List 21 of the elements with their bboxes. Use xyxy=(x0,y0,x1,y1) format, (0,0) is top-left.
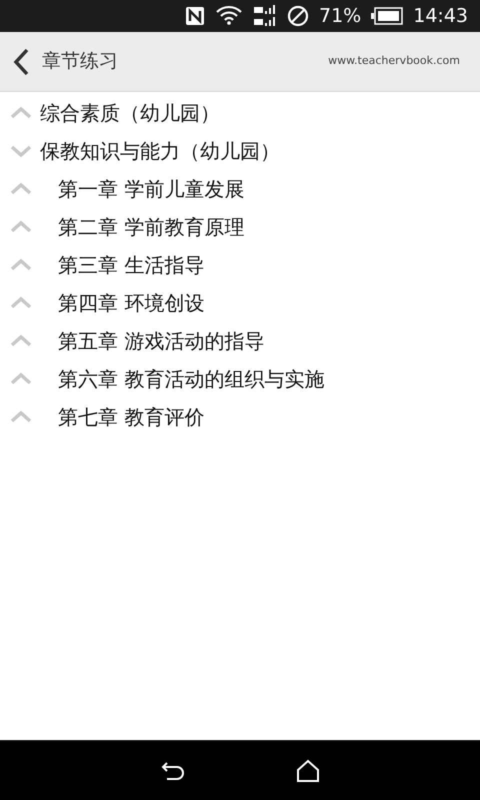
page-title: 章节练习 xyxy=(42,49,118,74)
clock-time: 14:43 xyxy=(413,4,468,29)
tree-item[interactable]: 第四章 环境创设 xyxy=(0,284,480,322)
nfc-icon xyxy=(185,6,205,26)
tree-item[interactable]: 第二章 学前教育原理 xyxy=(0,208,480,246)
back-nav-button[interactable] xyxy=(160,760,186,782)
back-icon xyxy=(12,48,30,76)
tree-item[interactable]: 第七章 教育评价 xyxy=(0,398,480,436)
battery-icon xyxy=(371,7,404,25)
tree-item[interactable]: 第三章 生活指导 xyxy=(0,246,480,284)
tree-item[interactable]: 第五章 游戏活动的指导 xyxy=(0,322,480,360)
battery-percent: 71% xyxy=(319,4,362,29)
do-not-disturb-icon xyxy=(287,5,309,27)
signal-icon xyxy=(253,5,277,27)
tree-item[interactable]: 第一章 学前儿童发展 xyxy=(0,170,480,208)
tree-item[interactable]: 第六章 教育活动的组织与实施 xyxy=(0,360,480,398)
tree-item[interactable]: 保教知识与能力（幼儿园） xyxy=(0,132,480,170)
tree-item[interactable]: 综合素质（幼儿园） xyxy=(0,94,480,132)
home-button[interactable] xyxy=(296,758,320,782)
website-url: www.teachervbook.com xyxy=(328,53,460,70)
wifi-icon xyxy=(215,4,243,28)
